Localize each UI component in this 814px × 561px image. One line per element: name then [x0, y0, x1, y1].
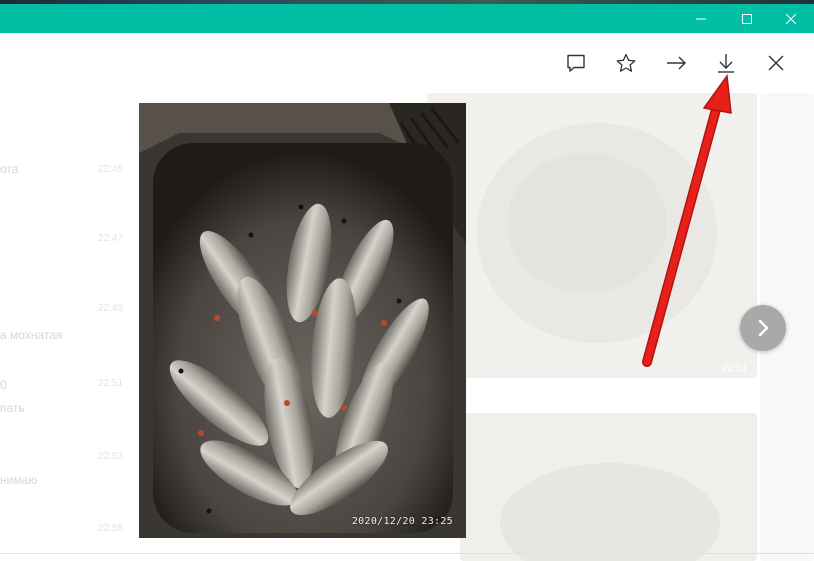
- background-chat-photo: 22:51: [427, 93, 757, 378]
- chat-time: 22:53: [98, 451, 124, 462]
- close-icon: [768, 55, 784, 71]
- chat-time: 22:47: [98, 233, 124, 244]
- comment-button[interactable]: [561, 48, 591, 78]
- title-bar: [0, 4, 814, 33]
- maximize-button[interactable]: [724, 4, 770, 33]
- chevron-right-icon: [758, 319, 769, 337]
- close-viewer-button[interactable]: [761, 48, 791, 78]
- maximize-icon: [742, 13, 752, 24]
- viewed-photo: 2020/12/20 23:25: [139, 103, 466, 538]
- comment-icon: [567, 54, 585, 72]
- forward-icon: [667, 56, 686, 70]
- download-icon: [718, 54, 734, 73]
- window-close-button[interactable]: [768, 4, 814, 33]
- next-photo-button[interactable]: [740, 305, 786, 351]
- photo-timestamp: 2020/12/20 23:25: [351, 516, 453, 527]
- photo-time: 22:51: [721, 363, 747, 374]
- chat-time: 22:58: [98, 523, 124, 534]
- chat-time: 22:49: [98, 303, 124, 314]
- close-icon: [786, 13, 796, 24]
- bottom-divider: [0, 553, 814, 554]
- chat-time: 22:51: [98, 378, 124, 389]
- chat-snippet: пать: [0, 401, 25, 415]
- media-viewer: ота 22:45 22:47 22:49 а мохнатая 0 22:51…: [0, 33, 814, 561]
- star-icon: [616, 53, 636, 72]
- chat-snippet: 0: [0, 378, 7, 392]
- favorite-button[interactable]: [611, 48, 641, 78]
- background-chat-photo: [460, 413, 757, 561]
- minimize-button[interactable]: [678, 4, 724, 33]
- minimize-icon: [696, 18, 706, 19]
- chat-snippet: а мохнатая: [0, 328, 63, 342]
- fish-in-sink-image: [139, 103, 466, 538]
- chat-snippet: нимаю: [0, 473, 38, 487]
- download-button[interactable]: [711, 48, 741, 78]
- chat-time: 22:45: [98, 164, 124, 175]
- chat-snippet: ота: [0, 162, 19, 176]
- forward-button[interactable]: [661, 48, 691, 78]
